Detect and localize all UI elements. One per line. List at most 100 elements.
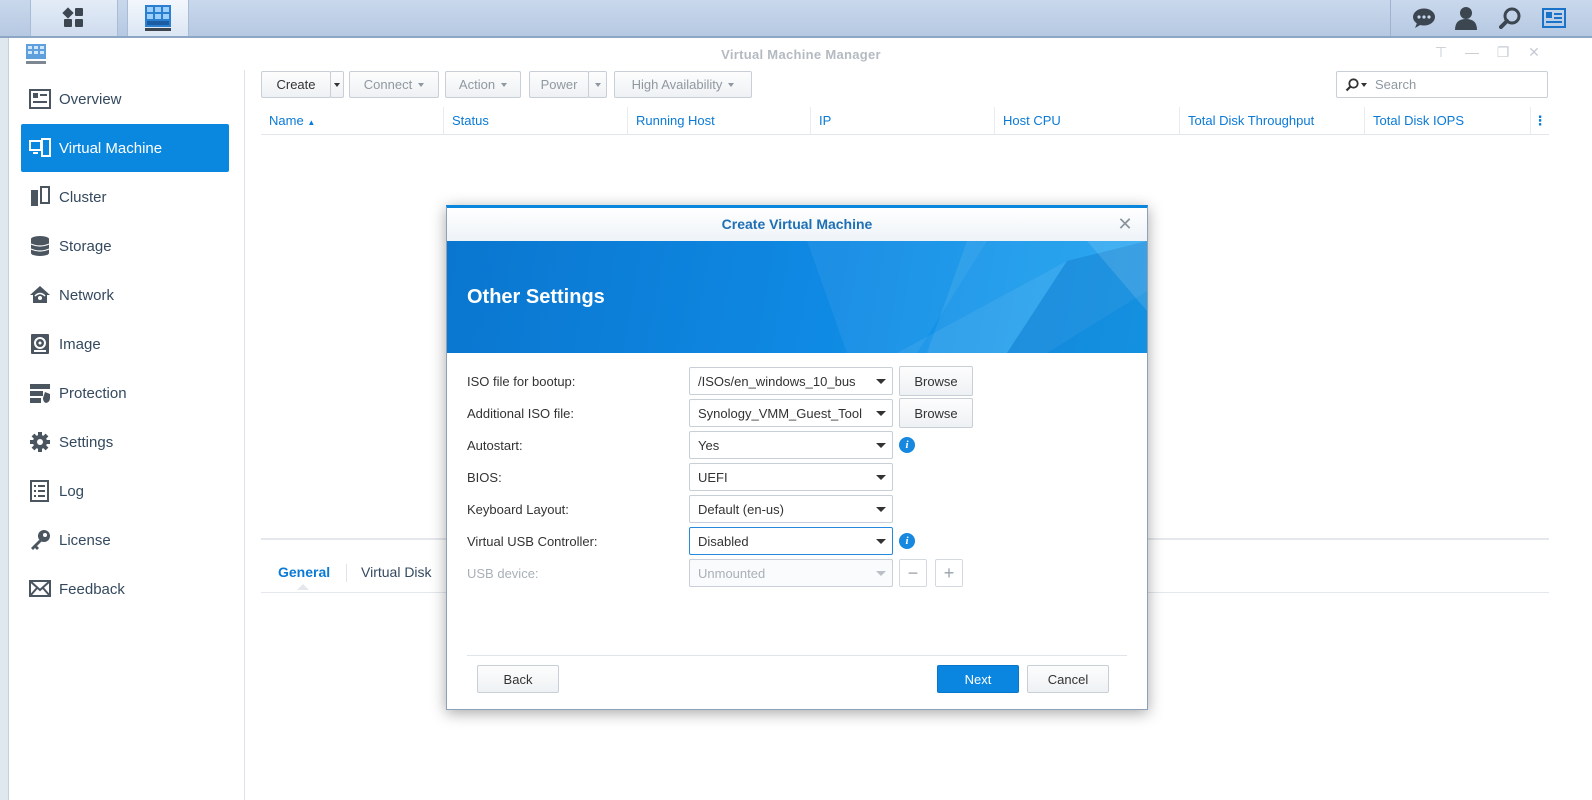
column-name[interactable]: Name ▲ <box>261 107 444 134</box>
column-status[interactable]: Status <box>444 107 628 134</box>
info-icon[interactable]: i <box>899 437 915 453</box>
window-titlebar[interactable]: Virtual Machine Manager ⊤ — ❐ ✕ <box>9 38 1592 70</box>
add-usb-device-button[interactable]: + <box>935 559 963 587</box>
sidebar-item-log[interactable]: Log <box>21 467 229 515</box>
overview-icon <box>29 88 51 110</box>
additional-iso-browse-button[interactable]: Browse <box>899 398 973 428</box>
tab-virtual-disk[interactable]: Virtual Disk <box>361 558 432 586</box>
column-total-disk-throughput[interactable]: Total Disk Throughput <box>1180 107 1365 134</box>
high-availability-button[interactable]: High Availability <box>614 71 752 98</box>
high-availability-label: High Availability <box>631 77 723 92</box>
bios-label: BIOS: <box>467 469 502 485</box>
close-icon[interactable]: ✕ <box>1526 44 1542 60</box>
cluster-icon <box>29 186 51 208</box>
sidebar-item-network[interactable]: Network <box>21 271 229 319</box>
user-button[interactable] <box>1455 0 1477 36</box>
chevron-down-icon <box>876 379 886 384</box>
storage-icon <box>29 235 51 257</box>
tab-general[interactable]: General <box>278 558 330 586</box>
info-icon[interactable]: i <box>899 533 915 549</box>
chevron-down-icon <box>876 475 886 480</box>
window-title: Virtual Machine Manager <box>721 47 881 62</box>
dialog-title[interactable]: Create Virtual Machine <box>447 208 1147 241</box>
autostart-select[interactable]: Yes <box>689 431 893 459</box>
column-ip[interactable]: IP <box>811 107 995 134</box>
sidebar-item-cluster[interactable]: Cluster <box>21 173 229 221</box>
sidebar-item-image[interactable]: Image <box>21 320 229 368</box>
column-host-cpu[interactable]: Host CPU <box>995 107 1180 134</box>
sidebar-item-label: Feedback <box>59 580 125 598</box>
search-icon <box>1345 77 1359 91</box>
remove-usb-device-button[interactable]: − <box>899 559 927 587</box>
power-button[interactable]: Power <box>529 71 589 98</box>
chevron-down-icon <box>876 411 886 416</box>
power-dropdown-button[interactable] <box>588 71 607 98</box>
usb-controller-label: Virtual USB Controller: <box>467 533 598 549</box>
iso-boot-label: ISO file for bootup: <box>467 373 576 389</box>
pin-icon[interactable]: ⊤ <box>1433 44 1449 60</box>
usb-device-select[interactable]: Unmounted <box>689 559 893 587</box>
sidebar-item-storage[interactable]: Storage <box>21 222 229 270</box>
back-button[interactable]: Back <box>477 665 559 693</box>
sidebar-item-virtual-machine[interactable]: Virtual Machine <box>21 124 229 172</box>
widgets-button[interactable] <box>1542 0 1566 36</box>
close-icon[interactable]: ✕ <box>1117 215 1133 233</box>
create-button[interactable]: Create <box>261 71 331 98</box>
iso-boot-select[interactable]: /ISOs/en_windows_10_bus <box>689 367 893 395</box>
search-box[interactable] <box>1336 71 1548 98</box>
additional-iso-label: Additional ISO file: <box>467 405 574 421</box>
sidebar-item-license[interactable]: License <box>21 516 229 564</box>
sidebar-item-protection[interactable]: Protection <box>21 369 229 417</box>
connect-button[interactable]: Connect <box>349 71 439 98</box>
bios-select[interactable]: UEFI <box>689 463 893 491</box>
keyboard-layout-select[interactable]: Default (en-us) <box>689 495 893 523</box>
column-running-host[interactable]: Running Host <box>628 107 811 134</box>
vmm-taskbar-button[interactable] <box>127 0 189 36</box>
usb-device-label: USB device: <box>467 565 539 581</box>
minimize-icon[interactable]: — <box>1464 44 1480 60</box>
create-dropdown-button[interactable] <box>330 71 344 98</box>
create-label: Create <box>276 77 316 92</box>
autostart-label: Autostart: <box>467 437 523 453</box>
minus-icon: − <box>907 562 919 583</box>
next-button[interactable]: Next <box>937 665 1019 693</box>
column-menu-icon[interactable]: ⋮ <box>1531 107 1549 134</box>
search-input[interactable] <box>1373 76 1537 93</box>
usb-controller-select[interactable]: Disabled <box>689 527 893 555</box>
main-menu-button[interactable] <box>30 0 118 36</box>
column-total-disk-iops[interactable]: Total Disk IOPS <box>1365 107 1531 134</box>
action-button[interactable]: Action <box>445 71 521 98</box>
dialog-footer-divider <box>467 655 1127 656</box>
dialog-heading: Other Settings <box>467 286 605 308</box>
cancel-button[interactable]: Cancel <box>1027 665 1109 693</box>
vm-grid-header: Name ▲ Status Running Host IP Host CPU T… <box>261 107 1549 135</box>
taskbar <box>0 0 1592 38</box>
user-icon <box>1455 7 1477 30</box>
maximize-icon[interactable]: ❐ <box>1495 44 1511 60</box>
vmm-app-icon <box>145 5 171 31</box>
keyboard-layout-label: Keyboard Layout: <box>467 501 569 517</box>
sort-ascending-icon: ▲ <box>307 118 316 127</box>
dialog-banner: Other Settings <box>447 241 1147 353</box>
sidebar-item-feedback[interactable]: Feedback <box>21 565 229 613</box>
sidebar-item-overview[interactable]: Overview <box>21 75 229 123</box>
sidebar-item-label: Log <box>59 482 85 500</box>
chevron-down-icon <box>594 82 601 87</box>
sidebar-item-label: Cluster <box>59 188 107 206</box>
sidebar-item-settings[interactable]: Settings <box>21 418 229 466</box>
additional-iso-select[interactable]: Synology_VMM_Guest_Tool <box>689 399 893 427</box>
settings-icon <box>29 431 51 453</box>
chevron-down-icon <box>876 539 886 544</box>
global-search-button[interactable] <box>1499 0 1521 36</box>
sidebar-item-label: Settings <box>59 433 114 451</box>
virtual-machine-icon <box>29 137 51 159</box>
license-icon <box>29 529 51 551</box>
search-options-icon[interactable] <box>1361 82 1367 87</box>
active-tab-marker <box>297 584 309 590</box>
log-icon <box>29 480 51 502</box>
sidebar-item-label: Virtual Machine <box>59 139 163 157</box>
chevron-down-icon <box>876 571 886 576</box>
tab-divider <box>346 564 347 582</box>
chat-button[interactable] <box>1412 0 1436 36</box>
iso-boot-browse-button[interactable]: Browse <box>899 366 973 396</box>
